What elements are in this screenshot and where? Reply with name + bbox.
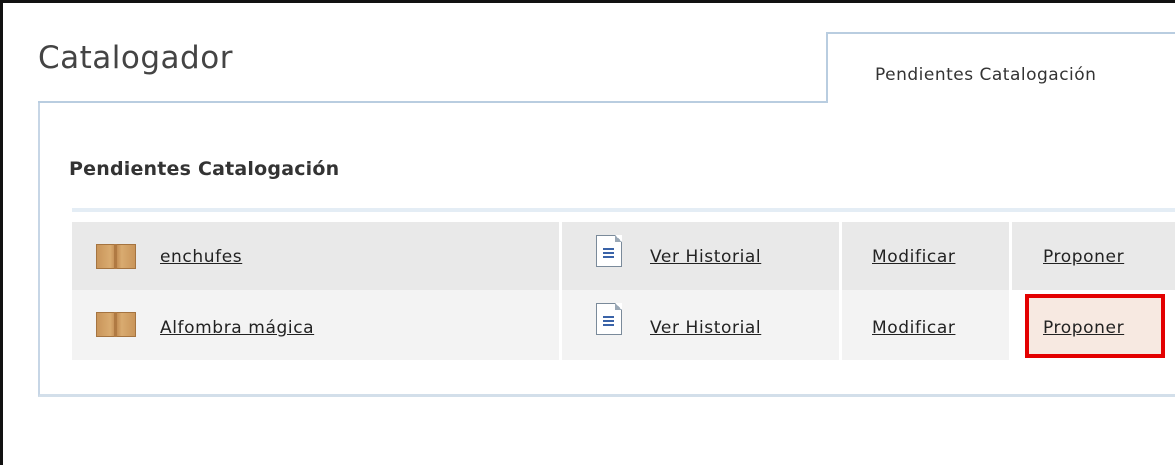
box-icon — [96, 312, 136, 337]
propose-cell: Proponer — [1012, 290, 1175, 360]
modify-cell: Modificar — [842, 222, 1012, 290]
item-name-link[interactable]: Alfombra mágica — [160, 318, 314, 338]
item-name-link[interactable]: enchufes — [160, 247, 242, 267]
ver-historial-link[interactable]: Ver Historial — [650, 247, 761, 267]
document-icon — [596, 303, 622, 335]
history-cell: Ver Historial — [562, 290, 842, 360]
ver-historial-link[interactable]: Ver Historial — [650, 318, 761, 338]
table-top-border — [72, 208, 1175, 212]
modificar-link[interactable]: Modificar — [872, 247, 955, 267]
proponer-link[interactable]: Proponer — [1043, 318, 1124, 338]
modificar-link[interactable]: Modificar — [872, 318, 955, 338]
history-cell: Ver Historial — [562, 222, 842, 290]
modify-cell: Modificar — [842, 290, 1012, 360]
table-row: enchufes Ver Historial Modificar Propone… — [72, 222, 1175, 290]
table-row: Alfombra mágica Ver Historial Modificar … — [72, 290, 1175, 360]
section-title: Pendientes Catalogación — [69, 158, 340, 180]
app-title: Catalogador — [38, 40, 233, 76]
document-icon — [596, 235, 622, 267]
name-cell: Alfombra mágica — [72, 290, 562, 360]
name-cell: enchufes — [72, 222, 562, 290]
box-icon — [96, 244, 136, 269]
tab-label: Pendientes Catalogación — [875, 65, 1097, 85]
propose-cell: Proponer — [1012, 222, 1175, 290]
tab-pendientes-catalogacion[interactable]: Pendientes Catalogación — [826, 32, 1175, 103]
proponer-link[interactable]: Proponer — [1043, 247, 1124, 267]
